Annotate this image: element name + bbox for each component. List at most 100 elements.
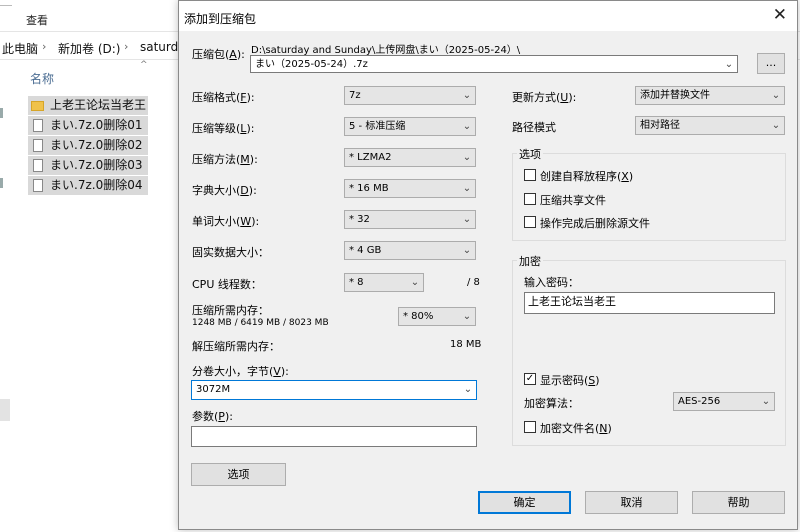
archive-path: D:\saturday and Sunday\上传网盘\まい（2025-05-2… [251, 45, 521, 56]
file-name: まい.7z.0删除03 [50, 158, 143, 172]
dict-value: * 16 MB [349, 183, 389, 194]
solid-label: 固实数据大小： [192, 246, 269, 259]
level-value: 5 - 标准压缩 [349, 121, 406, 132]
format-select[interactable]: 7z ⌄ [344, 86, 476, 105]
level-label: 压缩等级(L): [192, 122, 255, 135]
word-value: * 32 [349, 214, 370, 225]
split-size-value: 3072M [196, 384, 231, 395]
help-button[interactable]: 帮助 [692, 491, 785, 514]
solid-select[interactable]: * 4 GB ⌄ [344, 241, 476, 260]
word-select[interactable]: * 32 ⌄ [344, 210, 476, 229]
mem-usage-select[interactable]: * 80% ⌄ [398, 307, 476, 326]
ribbon-tab-view[interactable]: 查看 [26, 12, 48, 28]
file-list-item[interactable]: まい.7z.0删除02 [28, 136, 148, 155]
update-mode-select[interactable]: 添加并替换文件 ⌄ [635, 86, 785, 105]
add-to-archive-dialog: 添加到压缩包 ✕ 压缩包(A): D:\saturday and Sunday\… [178, 0, 798, 530]
solid-value: * 4 GB [349, 245, 382, 256]
chevron-down-icon: ⌄ [410, 277, 420, 288]
path-mode-value: 相对路径 [640, 120, 680, 131]
file-name: まい.7z.0删除01 [50, 118, 143, 132]
dialog-title: 添加到压缩包 [184, 12, 257, 26]
delete-after-checkbox[interactable] [524, 216, 536, 228]
archive-name-combo[interactable]: まい（2025-05-24）.7z ⌄ [250, 55, 738, 73]
method-value: * LZMA2 [349, 152, 392, 163]
mem-usage-value: * 80% [403, 311, 434, 322]
password-input[interactable]: 上老王论坛当老王 [524, 292, 775, 314]
encryption-method-select[interactable]: AES-256 ⌄ [673, 392, 775, 411]
update-mode-value: 添加并替换文件 [640, 90, 710, 101]
chevron-down-icon: ⌄ [771, 90, 781, 101]
dict-select[interactable]: * 16 MB ⌄ [344, 179, 476, 198]
update-mode-label: 更新方式(U): [512, 91, 577, 104]
sfx-checkbox[interactable] [524, 169, 536, 181]
show-password-checkbox[interactable] [524, 373, 536, 385]
method-label: 压缩方法(M): [192, 153, 258, 166]
mem-compress-detail: 1248 MB / 6419 MB / 8023 MB [192, 318, 329, 328]
folder-icon [31, 101, 44, 111]
sfx-label: 创建自释放程序(X) [540, 170, 634, 183]
chevron-down-icon: ⌄ [462, 152, 472, 163]
delete-after-label: 操作完成后删除源文件 [540, 217, 650, 230]
file-icon [33, 139, 43, 152]
chevron-down-icon: ⌄ [761, 396, 771, 407]
file-list-item[interactable]: 上老王论坛当老王 [28, 96, 148, 115]
file-list-item[interactable]: まい.7z.0删除03 [28, 156, 148, 175]
encryption-method-label: 加密算法： [524, 397, 579, 410]
chevron-down-icon: ⌄ [462, 245, 472, 256]
cpu-label: CPU 线程数： [192, 278, 262, 291]
file-icon [33, 119, 43, 132]
path-mode-select[interactable]: 相对路径 ⌄ [635, 116, 785, 135]
cpu-value: * 8 [349, 277, 364, 288]
dialog-titlebar: 添加到压缩包 ✕ [179, 1, 797, 31]
file-list-item[interactable]: まい.7z.0删除04 [28, 176, 148, 195]
encryption-method-value: AES-256 [678, 396, 721, 407]
path-mode-label: 路径模式 [512, 121, 556, 134]
encrypt-names-checkbox[interactable] [524, 421, 536, 433]
encryption-group-title: 加密 [517, 253, 543, 269]
word-label: 单词大小(W): [192, 215, 260, 228]
cpu-select[interactable]: * 8 ⌄ [344, 273, 424, 292]
params-label: 参数(P): [192, 410, 233, 423]
chevron-down-icon: ⌄ [771, 120, 781, 131]
chevron-down-icon: ⌄ [462, 121, 472, 132]
mem-decompress-value: 18 MB [450, 339, 482, 350]
method-select[interactable]: * LZMA2 ⌄ [344, 148, 476, 167]
shared-files-label: 压缩共享文件 [540, 194, 606, 207]
chevron-down-icon: ⌄ [724, 59, 734, 70]
column-header-name[interactable]: 名称 [30, 70, 54, 87]
mem-decompress-label: 解压缩所需内存： [192, 340, 280, 353]
format-label: 压缩格式(F): [192, 91, 255, 104]
breadcrumb-this-pc[interactable]: 此电脑 [2, 40, 38, 57]
options-group-title: 选项 [517, 146, 543, 162]
nav-pane-marker [0, 108, 3, 118]
level-select[interactable]: 5 - 标准压缩 ⌄ [344, 117, 476, 136]
mem-compress-label: 压缩所需内存： [192, 304, 269, 317]
password-label: 输入密码： [524, 276, 579, 289]
ok-button[interactable]: 确定 [478, 491, 571, 514]
archive-label: 压缩包(A): [192, 48, 245, 61]
ribbon-tab-edge [0, 0, 12, 6]
breadcrumb-drive[interactable]: 新加卷 (D:) [58, 40, 120, 57]
split-size-combo[interactable]: 3072M ⌄ [191, 380, 477, 400]
file-icon [33, 179, 43, 192]
close-icon[interactable]: ✕ [773, 6, 787, 24]
file-name: まい.7z.0删除02 [50, 138, 143, 152]
nav-pane-selection [0, 399, 10, 421]
dict-label: 字典大小(D): [192, 184, 257, 197]
file-icon [33, 159, 43, 172]
browse-button[interactable]: ... [757, 53, 785, 74]
options-button[interactable]: 选项 [191, 463, 286, 486]
chevron-down-icon: ⌄ [462, 214, 472, 225]
cancel-button[interactable]: 取消 [585, 491, 678, 514]
sort-up-icon: ^ [140, 60, 148, 70]
chevron-down-icon: ⌄ [462, 311, 472, 322]
params-input[interactable] [191, 426, 477, 447]
file-name: 上老王论坛当老王 [50, 98, 147, 112]
breadcrumb-separator-icon: › [42, 40, 47, 53]
format-value: 7z [349, 90, 361, 101]
file-list-item[interactable]: まい.7z.0删除01 [28, 116, 148, 135]
nav-pane-marker [0, 178, 3, 188]
breadcrumb-separator-icon: › [124, 40, 129, 53]
shared-files-checkbox[interactable] [524, 193, 536, 205]
file-name: まい.7z.0删除04 [50, 178, 143, 192]
